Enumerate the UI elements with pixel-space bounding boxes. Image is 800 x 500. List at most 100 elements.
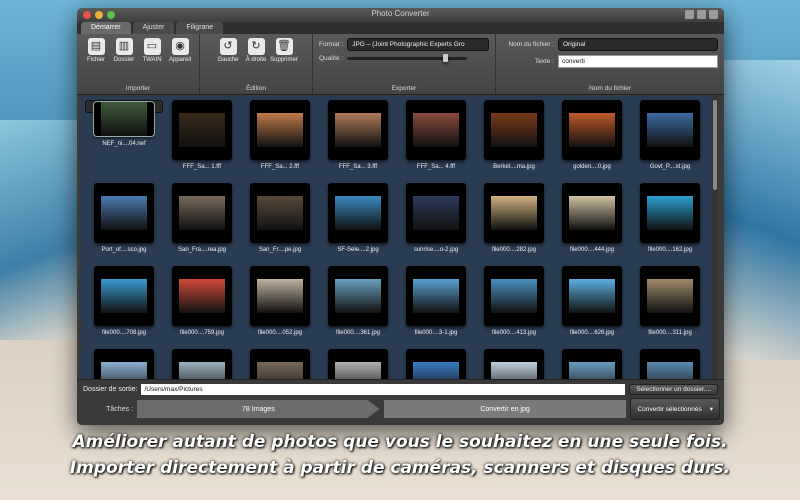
info-icon[interactable] <box>685 10 694 19</box>
photo-caption: SF-Sele....2.jpg <box>337 247 379 253</box>
photo-thumbnail[interactable] <box>484 266 544 326</box>
photo-thumbnail[interactable] <box>406 183 466 243</box>
photo-thumbnail[interactable] <box>562 183 622 243</box>
photo-caption: file000....282.jpg <box>491 247 537 253</box>
tab-filigrane[interactable]: Filigrane <box>176 22 224 34</box>
photo-item[interactable]: SF-Sele....2.jpg <box>319 183 397 266</box>
photo-image <box>413 196 459 230</box>
import-twain-button[interactable]: ▭ TWAIN <box>140 38 164 63</box>
photo-thumbnail[interactable] <box>328 266 388 326</box>
photo-thumbnail[interactable] <box>172 183 232 243</box>
photo-thumbnail[interactable] <box>94 266 154 326</box>
scrollbar-knob[interactable] <box>713 100 717 190</box>
photo-thumbnail[interactable] <box>172 266 232 326</box>
photo-thumbnail[interactable] <box>172 100 232 160</box>
photo-item[interactable]: FFF_Sa... 1.fff <box>163 100 241 183</box>
photo-thumbnail[interactable] <box>406 100 466 160</box>
filename-select[interactable]: Original <box>558 38 718 51</box>
photo-thumbnail[interactable] <box>484 349 544 380</box>
rotate-right-button[interactable]: ↻ À droite <box>244 38 268 63</box>
delete-button[interactable]: 🗑 Supprimer <box>270 38 298 63</box>
photo-item[interactable]: file000....444.jpg <box>553 183 631 266</box>
output-folder-label: Dossier de sortie: <box>83 385 138 393</box>
tab-demarrer[interactable]: Démarrer <box>81 22 131 34</box>
photo-item[interactable]: file000....708.jpg <box>85 266 163 349</box>
photo-item[interactable]: Govt_P....xt.jpg <box>631 100 709 183</box>
photo-image <box>335 196 381 230</box>
photo-thumbnail[interactable] <box>640 266 700 326</box>
photo-caption: file000....444.jpg <box>569 247 615 253</box>
photo-item[interactable] <box>553 349 631 380</box>
photo-item[interactable]: sunrise....o-2.jpg <box>397 183 475 266</box>
import-folder-button[interactable]: ▥ Dossier <box>112 38 136 63</box>
photo-thumbnail[interactable] <box>562 266 622 326</box>
photo-item[interactable]: FFF_Sa... 3.fff <box>319 100 397 183</box>
output-path-field[interactable]: /Users/max/Pictures <box>141 383 626 395</box>
photo-caption: FFF_Sa... 3.fff <box>338 164 378 170</box>
convert-selected-button[interactable]: Convertir sélectionnés ▾ <box>630 398 721 420</box>
photo-item[interactable]: golden....0.jpg <box>553 100 631 183</box>
photo-item[interactable]: file000....3-1.jpg <box>397 266 475 349</box>
photo-item[interactable] <box>397 349 475 380</box>
photo-thumbnail[interactable] <box>250 349 310 380</box>
photo-item[interactable] <box>163 349 241 380</box>
photo-item[interactable] <box>241 349 319 380</box>
photo-item[interactable] <box>475 349 553 380</box>
quality-slider[interactable] <box>347 54 468 62</box>
photo-thumbnail[interactable] <box>328 349 388 380</box>
photo-thumbnail[interactable] <box>406 266 466 326</box>
photo-item[interactable]: NEF_ni....04.nef <box>85 100 163 147</box>
photo-item[interactable]: Port_of....sco.jpg <box>85 183 163 266</box>
share-icon[interactable] <box>697 10 706 19</box>
photo-thumbnail[interactable] <box>94 349 154 380</box>
photo-thumbnail[interactable] <box>328 183 388 243</box>
photo-thumbnail[interactable] <box>250 266 310 326</box>
photo-thumbnail[interactable] <box>250 100 310 160</box>
import-camera-button[interactable]: ◉ Appareil <box>168 38 192 63</box>
photo-thumbnail[interactable] <box>93 101 155 137</box>
quality-slider-thumb[interactable] <box>443 54 449 62</box>
photo-thumbnail[interactable] <box>328 100 388 160</box>
promo-caption-line1: Améliorer autant de photos que vous le s… <box>72 432 728 452</box>
photo-thumbnail[interactable] <box>94 183 154 243</box>
photo-grid-inner: NEF_ni....04.nef FFF_Sa... 1.fff FFF_Sa...… <box>81 96 718 380</box>
photo-item[interactable]: San_Fra....rea.jpg <box>163 183 241 266</box>
photo-caption: file000....361.jpg <box>335 330 381 336</box>
photo-item[interactable]: file000....311.jpg <box>631 266 709 349</box>
tab-ajuster[interactable]: Ajuster <box>132 22 175 34</box>
photo-item[interactable]: file000....759.jpg <box>163 266 241 349</box>
photo-item[interactable] <box>85 349 163 380</box>
photo-item[interactable]: file000....413.jpg <box>475 266 553 349</box>
photo-thumbnail[interactable] <box>562 349 622 380</box>
photo-item[interactable]: file000....162.jpg <box>631 183 709 266</box>
photo-thumbnail[interactable] <box>484 100 544 160</box>
photo-thumbnail[interactable] <box>640 100 700 160</box>
rotate-left-button[interactable]: ↺ Gauche <box>216 38 240 63</box>
format-select[interactable]: JPG – (Joint Photographic Experts Gro <box>347 38 489 51</box>
photo-thumbnail[interactable] <box>406 349 466 380</box>
photo-thumbnail[interactable] <box>562 100 622 160</box>
text-input[interactable]: converti <box>558 55 718 68</box>
photo-item[interactable]: Berkel....ma.jpg <box>475 100 553 183</box>
choose-folder-button[interactable]: Sélectionner un dossier.... <box>629 383 718 395</box>
photo-thumbnail[interactable] <box>172 349 232 380</box>
photo-item[interactable] <box>319 349 397 380</box>
photo-item[interactable]: file000....282.jpg <box>475 183 553 266</box>
photo-thumbnail[interactable] <box>250 183 310 243</box>
photo-thumbnail[interactable] <box>640 183 700 243</box>
photo-item[interactable]: file000....626.jpg <box>553 266 631 349</box>
photo-item[interactable]: San_Fr....pe.jpg <box>241 183 319 266</box>
photo-item[interactable]: file000....361.jpg <box>319 266 397 349</box>
photo-item[interactable]: FFF_Sa... 2.fff <box>241 100 319 183</box>
photo-caption: golden....0.jpg <box>573 164 611 170</box>
photo-thumbnail[interactable] <box>640 349 700 380</box>
settings-icon[interactable] <box>709 10 718 19</box>
photo-item[interactable]: file000....052.jpg <box>241 266 319 349</box>
photo-image <box>101 196 147 230</box>
photo-item[interactable] <box>631 349 709 380</box>
photo-thumbnail[interactable] <box>484 183 544 243</box>
chevron-down-icon[interactable]: ▾ <box>710 405 713 413</box>
photo-item[interactable]: FFF_Sa... 4.fff <box>397 100 475 183</box>
import-file-button[interactable]: ▤ Fichier <box>84 38 108 63</box>
grid-scrollbar[interactable] <box>712 96 718 380</box>
